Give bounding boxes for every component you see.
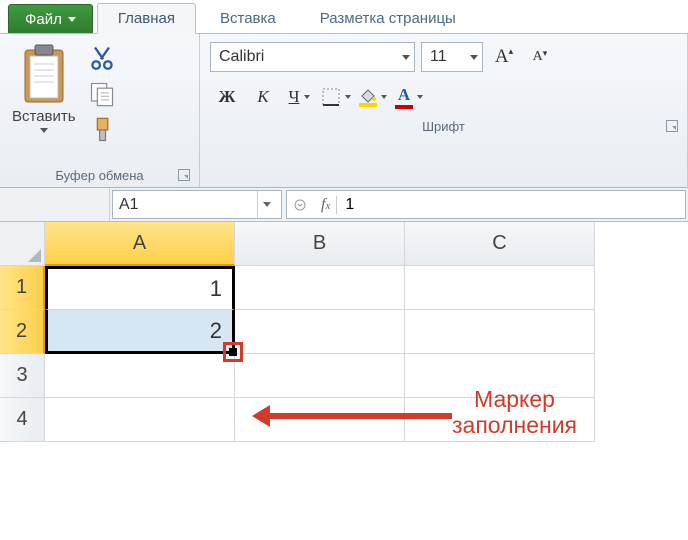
dropdown-icon <box>345 95 351 99</box>
cell-A2[interactable]: 2 <box>45 310 235 354</box>
formula-bar-row: A1 fx <box>0 188 688 222</box>
ribbon-group-font: Calibri 11 A▴ A▾ Ж К Ч <box>200 34 688 187</box>
cell-C2[interactable] <box>405 310 595 354</box>
cell-B2[interactable] <box>235 310 405 354</box>
paste-label: Вставить <box>12 108 76 125</box>
ribbon-tabs: Файл Главная Вставка Разметка страницы <box>0 0 688 34</box>
increase-font-size-button[interactable]: A▴ <box>489 42 519 72</box>
column-header-A[interactable]: A <box>45 222 235 266</box>
bold-button[interactable]: Ж <box>210 80 244 114</box>
column-header-B[interactable]: B <box>235 222 405 266</box>
ribbon-group-clipboard-title: Буфер обмена <box>55 168 143 183</box>
dialog-launcher-icon[interactable] <box>666 120 678 132</box>
column-header-C[interactable]: C <box>405 222 595 266</box>
cell-C1[interactable] <box>405 266 595 310</box>
dropdown-icon <box>381 95 387 99</box>
formula-bar: fx <box>286 190 686 219</box>
font-size-value: 11 <box>430 48 447 66</box>
font-name-combo[interactable]: Calibri <box>210 42 415 72</box>
format-painter-icon[interactable] <box>88 116 116 144</box>
cell-A3[interactable] <box>45 354 235 398</box>
cell-A2-value: 2 <box>210 318 222 344</box>
row-header-1[interactable]: 1 <box>0 266 45 310</box>
ribbon-group-clipboard: Вставить <box>0 34 200 187</box>
font-size-combo[interactable]: 11 <box>421 42 483 72</box>
name-box-value: A1 <box>119 196 139 214</box>
file-tab-label: Файл <box>25 11 62 28</box>
row-header-4[interactable]: 4 <box>0 398 45 442</box>
row-header-3[interactable]: 3 <box>0 354 45 398</box>
cell-C3[interactable] <box>405 354 595 398</box>
borders-icon <box>321 87 341 107</box>
decrease-font-size-button[interactable]: A▾ <box>525 42 555 72</box>
borders-button[interactable] <box>318 80 354 114</box>
font-color-button[interactable]: A <box>392 80 426 114</box>
dropdown-icon <box>470 55 478 60</box>
font-name-value: Calibri <box>219 48 264 66</box>
file-tab[interactable]: Файл <box>8 4 93 33</box>
formula-expand-icon[interactable] <box>293 198 307 212</box>
cell-B1[interactable] <box>235 266 405 310</box>
name-box[interactable]: A1 <box>112 190 282 219</box>
fill-color-swatch <box>359 103 377 107</box>
select-all-corner[interactable] <box>0 222 45 266</box>
dropdown-icon <box>417 95 423 99</box>
italic-button[interactable]: К <box>246 80 280 114</box>
cell-A4[interactable] <box>45 398 235 442</box>
dropdown-icon <box>304 95 310 99</box>
fx-icon[interactable]: fx <box>321 196 330 214</box>
dropdown-icon[interactable] <box>257 191 275 218</box>
dialog-launcher-icon[interactable] <box>178 169 190 181</box>
tab-home[interactable]: Главная <box>97 3 196 34</box>
tab-page-layout[interactable]: Разметка страницы <box>300 4 476 33</box>
paint-bucket-icon <box>359 87 377 103</box>
ribbon-group-font-title: Шрифт <box>422 119 465 134</box>
copy-icon[interactable] <box>88 80 116 108</box>
font-color-swatch <box>395 105 413 109</box>
underline-button[interactable]: Ч <box>282 80 316 114</box>
cell-C4[interactable] <box>405 398 595 442</box>
cut-icon[interactable] <box>88 44 116 72</box>
clipboard-paste-icon <box>15 42 73 108</box>
cell-A1[interactable]: 1 <box>45 266 235 310</box>
cell-B4[interactable] <box>235 398 405 442</box>
row-header-2[interactable]: 2 <box>0 310 45 354</box>
dropdown-icon <box>40 128 48 133</box>
fill-color-button[interactable] <box>356 80 390 114</box>
formula-bar-spacer <box>0 188 110 221</box>
worksheet-grid[interactable]: A B C 1 1 2 2 3 4 <box>0 222 688 442</box>
fill-handle[interactable] <box>229 348 237 356</box>
formula-input[interactable] <box>337 196 685 214</box>
dropdown-icon <box>68 17 76 22</box>
tab-insert[interactable]: Вставка <box>200 4 296 33</box>
cell-B3[interactable] <box>235 354 405 398</box>
paste-button[interactable]: Вставить <box>6 40 82 165</box>
ribbon: Вставить <box>0 34 688 188</box>
dropdown-icon <box>402 55 410 60</box>
